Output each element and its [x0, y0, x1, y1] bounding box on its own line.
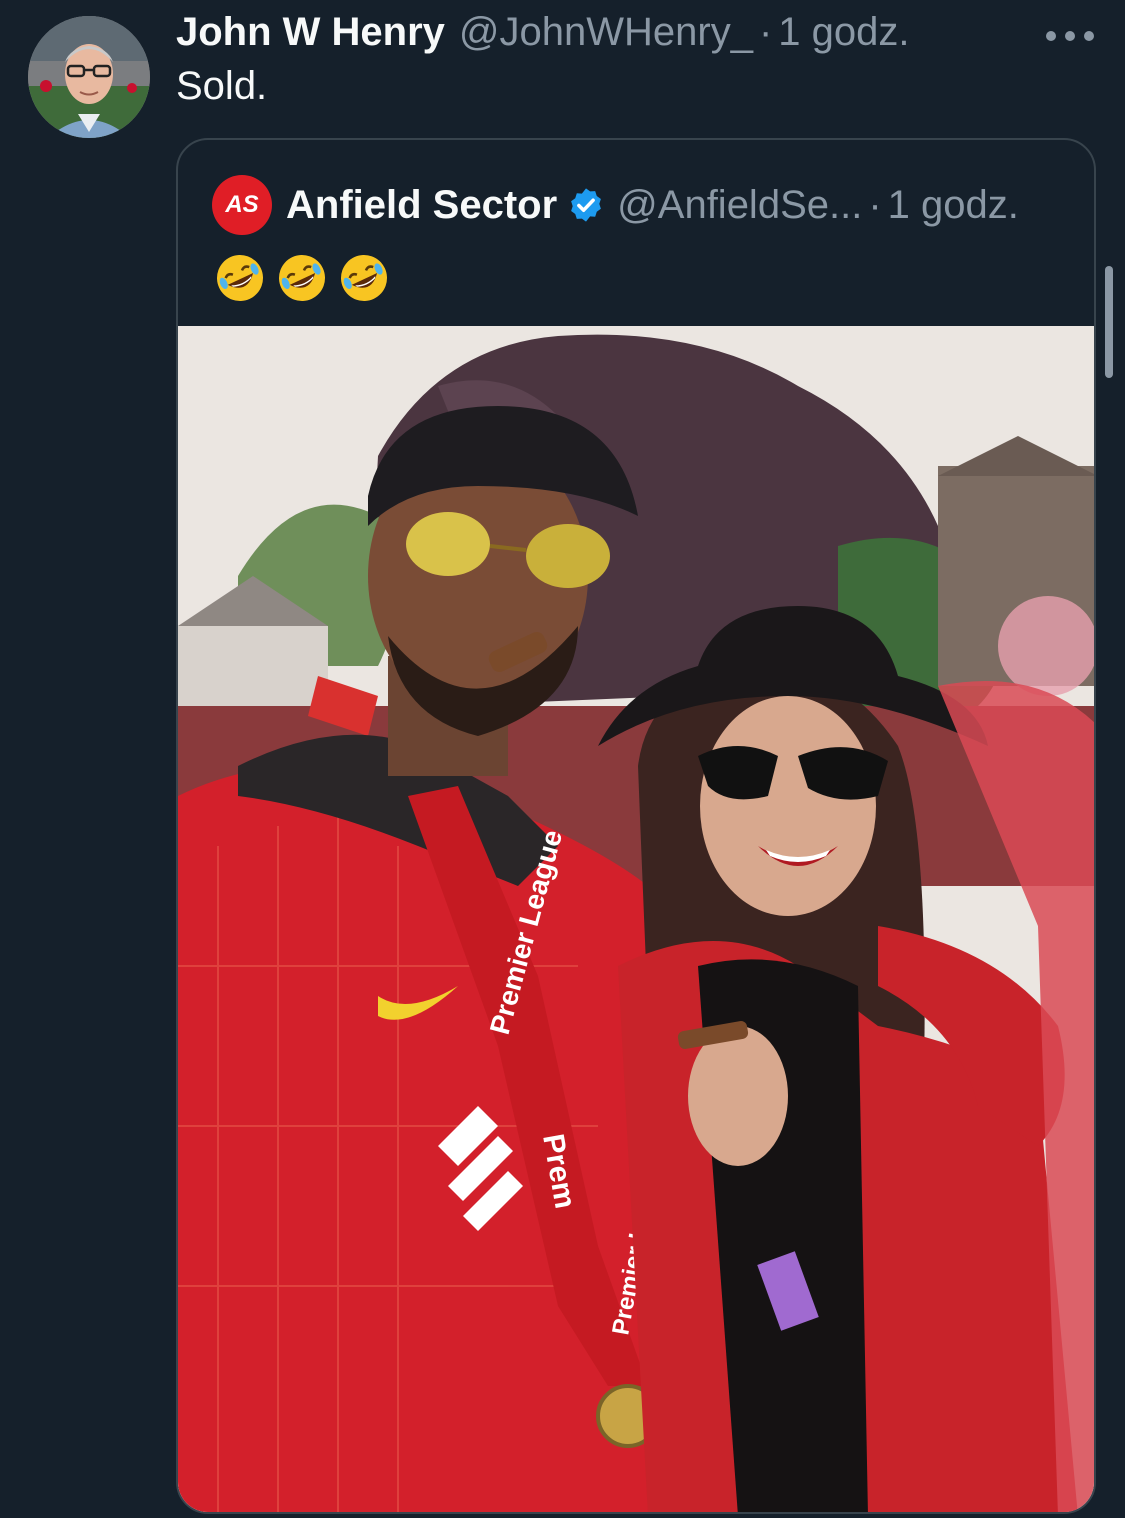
- quoted-tweet[interactable]: AS Anfield Sector @AnfieldSe... · 1 godz…: [176, 138, 1096, 1514]
- more-horizontal-icon[interactable]: [1046, 26, 1094, 46]
- separator-dot: ·: [868, 182, 882, 227]
- quoted-author-handle[interactable]: @AnfieldSe...: [617, 183, 862, 228]
- verified-badge-icon: [571, 188, 602, 222]
- scrollbar[interactable]: [1105, 266, 1113, 378]
- tweet-time[interactable]: 1 godz.: [778, 10, 909, 55]
- rolling-on-floor-laughing-emoji: [341, 255, 387, 301]
- svg-text:AS: AS: [224, 191, 258, 218]
- quoted-tweet-header: AS Anfield Sector @AnfieldSe... · 1 godz…: [212, 175, 1019, 235]
- avatar-image: [28, 16, 150, 138]
- avatar[interactable]: [28, 16, 150, 138]
- separator-dot: ·: [758, 10, 773, 54]
- quoted-tweet-text: [214, 252, 390, 304]
- quoted-tweet-time[interactable]: 1 godz.: [888, 183, 1019, 228]
- rolling-on-floor-laughing-emoji: [217, 255, 263, 301]
- tweet-header: John W Henry @JohnWHenry_ · 1 godz.: [176, 10, 910, 58]
- quoted-tweet-photo[interactable]: Premier League Premier League Prem: [178, 326, 1094, 1512]
- rolling-on-floor-laughing-emoji: [279, 255, 325, 301]
- quoted-author-name[interactable]: Anfield Sector: [286, 183, 557, 228]
- tweet[interactable]: John W Henry @JohnWHenry_ · 1 godz. Sold…: [0, 0, 1125, 1518]
- author-name[interactable]: John W Henry: [176, 10, 445, 55]
- anfield-sector-logo[interactable]: AS: [212, 175, 272, 235]
- logo-icon: AS: [213, 176, 271, 234]
- tweet-text: Sold.: [176, 64, 268, 108]
- author-handle[interactable]: @JohnWHenry_: [459, 10, 753, 55]
- photo-image: Premier League Premier League Prem: [178, 326, 1094, 1512]
